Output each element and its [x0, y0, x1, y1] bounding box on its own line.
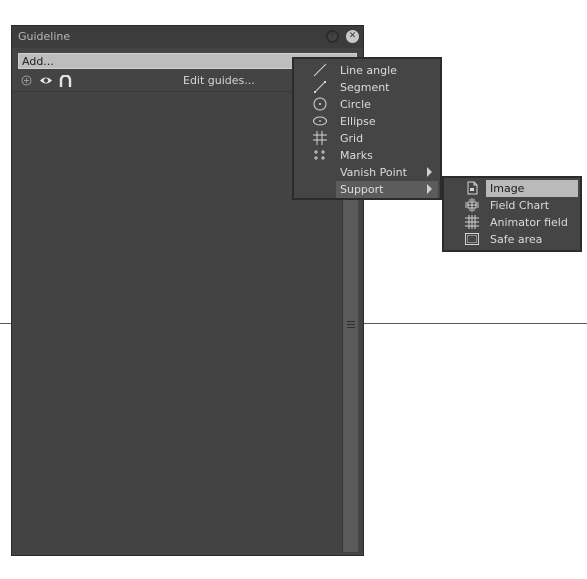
- submenu-item-field-chart[interactable]: Field Chart: [444, 197, 580, 214]
- circle-icon: [312, 97, 328, 112]
- menu-item-label: Image: [490, 182, 525, 195]
- panel-close-icon[interactable]: ✕: [346, 30, 359, 43]
- menu-item-label: Line angle: [340, 64, 397, 77]
- submenu-item-animator-field[interactable]: Animator field: [444, 214, 580, 231]
- menu-item-circle[interactable]: Circle: [294, 96, 440, 113]
- menu-item-label: Marks: [340, 149, 373, 162]
- menu-item-label: Animator field: [490, 216, 568, 229]
- magnet-icon[interactable]: [59, 74, 72, 90]
- submenu-arrow-icon: [427, 184, 432, 194]
- menu-item-vanish-point[interactable]: Vanish Point: [294, 164, 440, 181]
- safe-area-icon: [464, 232, 480, 247]
- support-submenu: Image Field Chart Animator field Safe ar…: [442, 176, 582, 252]
- scrollbar-grip-icon[interactable]: [347, 320, 355, 328]
- add-dropdown-label: Add...: [22, 55, 54, 68]
- menu-item-label: Circle: [340, 98, 371, 111]
- field-chart-icon: [464, 198, 480, 213]
- panel-titlebar[interactable]: Guideline ▼ ✕: [12, 26, 363, 48]
- canvas: Guideline ▼ ✕ Add... ▾ Edit guides...: [0, 0, 587, 579]
- menu-item-label: Field Chart: [490, 199, 550, 212]
- segment-icon: [312, 80, 328, 95]
- add-guide-menu: Line angle Segment Circle Ellipse Grid M…: [292, 57, 442, 200]
- menu-item-ellipse[interactable]: Ellipse: [294, 113, 440, 130]
- eye-icon[interactable]: [39, 75, 53, 89]
- ellipse-icon: [312, 114, 328, 129]
- menu-item-support[interactable]: Support: [294, 181, 440, 198]
- edit-guides-button[interactable]: Edit guides...: [183, 74, 255, 87]
- add-circle-icon[interactable]: [21, 75, 32, 89]
- submenu-item-image[interactable]: Image: [444, 180, 580, 197]
- menu-item-marks[interactable]: Marks: [294, 147, 440, 164]
- menu-item-segment[interactable]: Segment: [294, 79, 440, 96]
- animator-field-icon: [464, 215, 480, 230]
- menu-item-grid[interactable]: Grid: [294, 130, 440, 147]
- menu-item-line-angle[interactable]: Line angle: [294, 62, 440, 79]
- submenu-arrow-icon: [427, 167, 432, 177]
- menu-item-label: Ellipse: [340, 115, 376, 128]
- grid-icon: [312, 131, 328, 146]
- menu-item-label: Support: [340, 183, 384, 196]
- image-doc-icon: [464, 181, 480, 196]
- marks-icon: [312, 148, 328, 163]
- submenu-item-safe-area[interactable]: Safe area: [444, 231, 580, 248]
- line-angle-icon: [312, 63, 328, 78]
- menu-item-label: Safe area: [490, 233, 543, 246]
- menu-item-label: Grid: [340, 132, 364, 145]
- panel-menu-icon[interactable]: ▼: [326, 30, 339, 43]
- panel-title: Guideline: [18, 30, 71, 43]
- menu-item-label: Segment: [340, 81, 390, 94]
- menu-item-label: Vanish Point: [340, 166, 407, 179]
